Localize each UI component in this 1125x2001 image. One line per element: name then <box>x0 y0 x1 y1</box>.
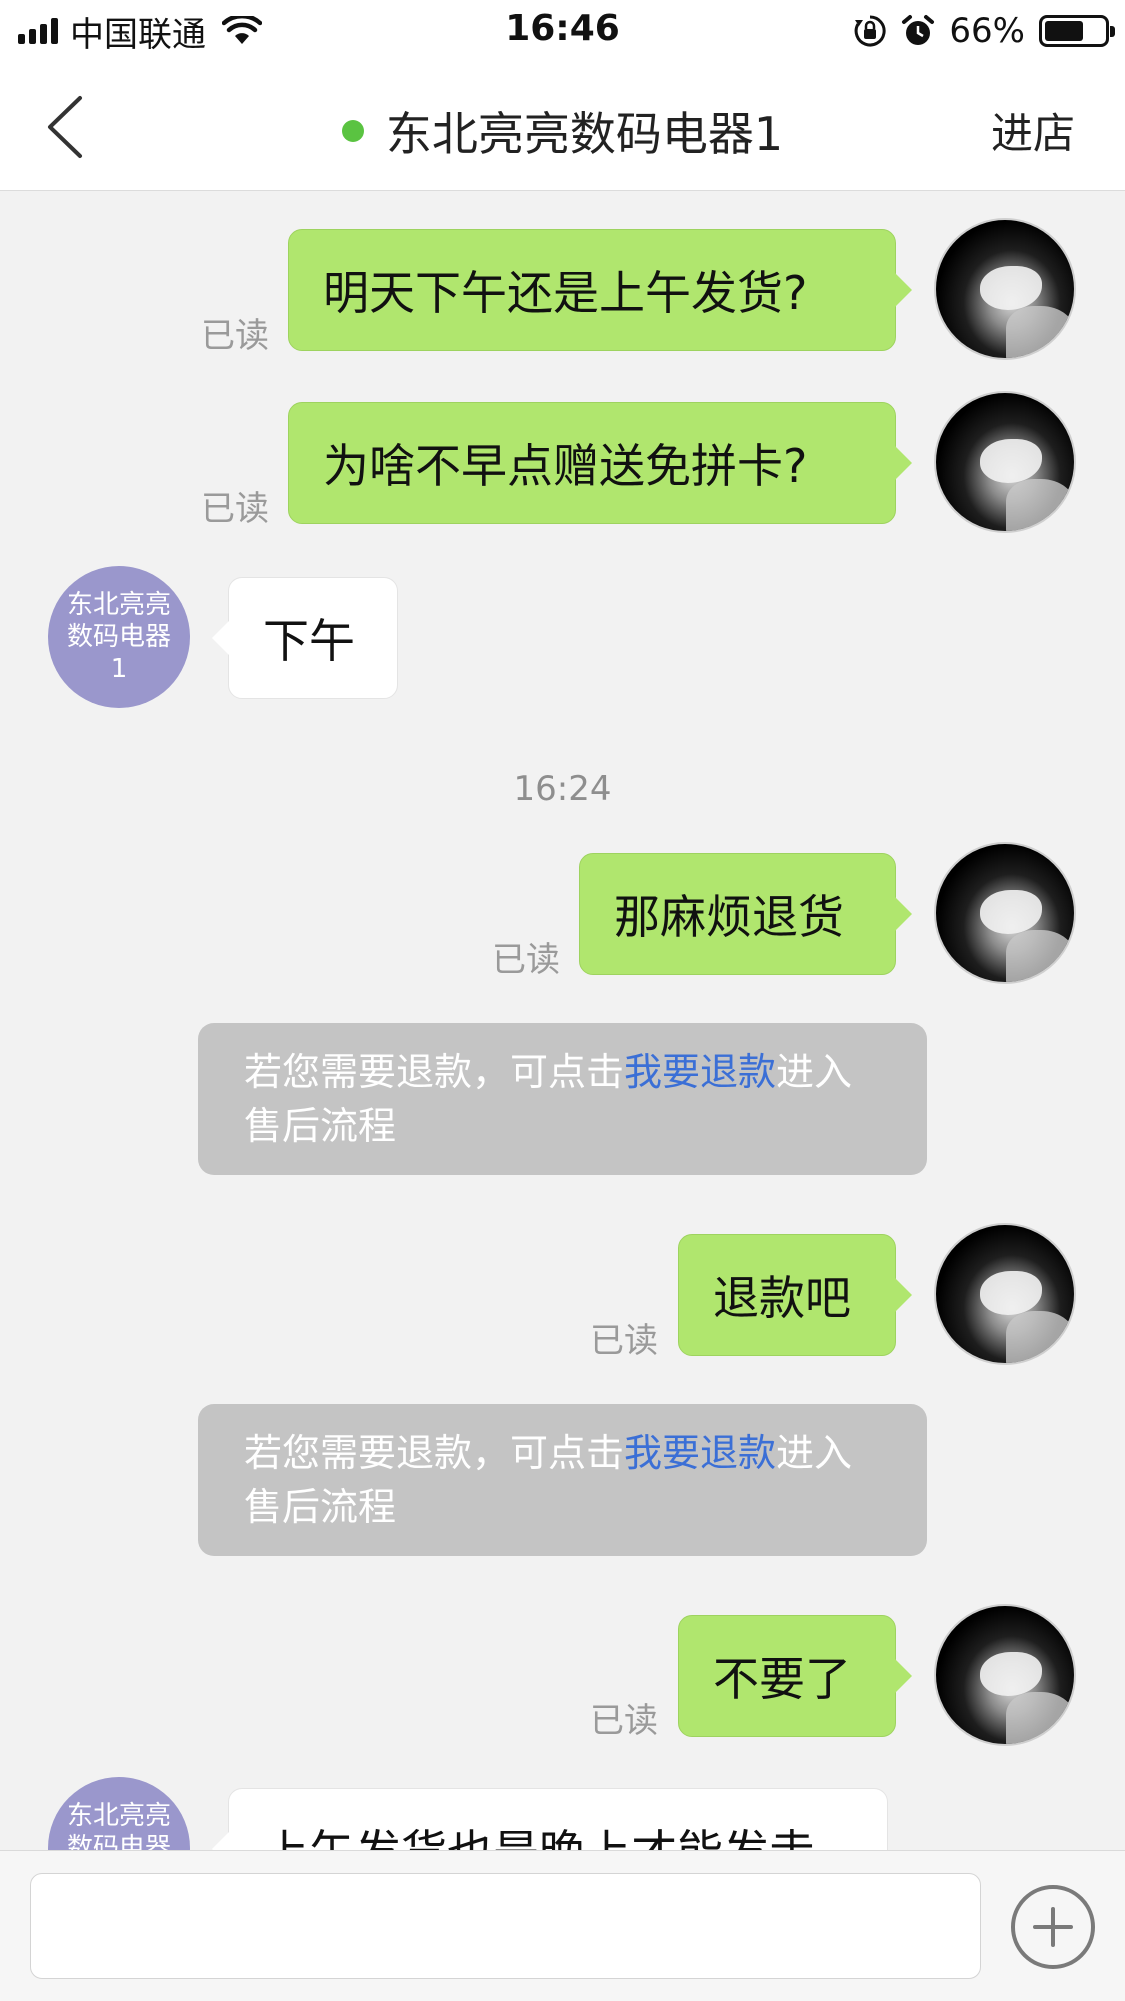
message-bubble[interactable]: 上午发货也是晚上才能发走 <box>212 1788 888 1850</box>
alarm-icon <box>902 15 935 45</box>
my-avatar[interactable] <box>934 842 1076 984</box>
refund-link[interactable]: 我要退款 <box>624 1050 776 1094</box>
chat-message-list[interactable]: 已读 明天下午还是上午发货? 已读 为啥不早点赠送免拼卡? 东北亮亮数码电器1 … <box>0 191 1125 1850</box>
message-input[interactable] <box>30 1873 981 1979</box>
enter-shop-button[interactable]: 进店 <box>991 100 1075 161</box>
shop-avatar[interactable]: 东北亮亮数码电器1 <box>48 1777 190 1850</box>
notice-text-prefix: 若您需要退款，可点击 <box>244 1431 625 1475</box>
refund-link[interactable]: 我要退款 <box>624 1431 776 1475</box>
my-avatar[interactable] <box>934 1223 1076 1365</box>
input-bar <box>0 1850 1125 2001</box>
message-bubble[interactable]: 下午 <box>212 577 398 699</box>
shop-name-title: 东北亮亮数码电器1 <box>385 107 784 161</box>
refund-notice: 若您需要退款，可点击我要退款进入售后流程 <box>198 1023 927 1175</box>
plus-icon <box>1033 1907 1073 1947</box>
status-bar: 中国联通 16:46 66% <box>0 0 1125 62</box>
read-status: 已读 <box>590 1701 658 1741</box>
shop-avatar[interactable]: 东北亮亮数码电器1 <box>48 566 190 708</box>
online-status-dot <box>341 120 364 142</box>
page-title: 东北亮亮数码电器1 <box>0 98 1125 164</box>
message-bubble[interactable]: 不要了 <box>678 1615 912 1737</box>
message-bubble[interactable]: 退款吧 <box>678 1234 912 1356</box>
my-avatar[interactable] <box>934 218 1076 360</box>
read-status: 已读 <box>492 940 560 980</box>
read-status: 已读 <box>201 316 269 356</box>
more-actions-button[interactable] <box>1011 1885 1095 1969</box>
my-avatar[interactable] <box>934 1604 1076 1746</box>
chat-header: 东北亮亮数码电器1 进店 <box>0 62 1125 191</box>
read-status: 已读 <box>201 489 269 529</box>
my-avatar[interactable] <box>934 391 1076 533</box>
status-bar-right: 66% <box>853 8 1115 54</box>
message-bubble[interactable]: 那麻烦退货 <box>579 853 912 975</box>
refund-notice: 若您需要退款，可点击我要退款进入售后流程 <box>198 1404 927 1556</box>
battery-icon <box>1039 15 1115 47</box>
rotation-lock-icon <box>855 15 887 47</box>
timestamp: 16:24 <box>513 769 612 809</box>
message-bubble[interactable]: 为啥不早点赠送免拼卡? <box>288 402 912 524</box>
battery-percent: 66% <box>949 11 1025 51</box>
message-bubble[interactable]: 明天下午还是上午发货? <box>288 229 912 351</box>
notice-text-prefix: 若您需要退款，可点击 <box>244 1050 625 1094</box>
battery-level <box>1045 21 1084 41</box>
read-status: 已读 <box>590 1321 658 1361</box>
